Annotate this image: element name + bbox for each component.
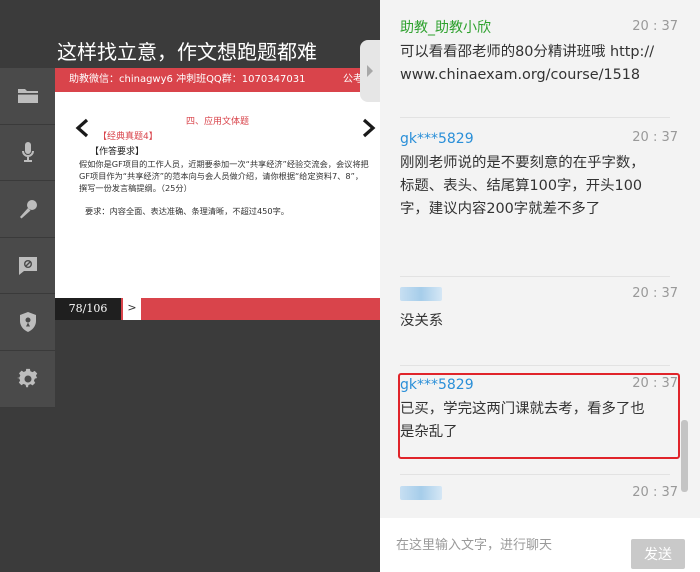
sender-name: 助教_助教小欣: [400, 20, 491, 36]
message-time: 20 : 37: [632, 485, 678, 500]
shield-icon: [19, 312, 36, 333]
prev-slide-arrow-icon[interactable]: [74, 118, 92, 138]
chat-scrollbar[interactable]: [681, 420, 688, 492]
shield-button[interactable]: [0, 294, 55, 351]
message-text: 刚刚老师说的是不要刻意的在乎字数，标题、表头、结尾算100字，开头100字，建议…: [400, 155, 645, 217]
message-header: 助教_助教小欣 20 : 37: [400, 17, 686, 37]
chat-message: 助教_助教小欣 20 : 37 可以看看邵老师的80分精讲班哦 http://w…: [400, 17, 686, 87]
slide-footer: 78/106 >: [55, 298, 380, 320]
slide-tag: 【经典真题4】: [98, 132, 158, 142]
chat-panel: 助教_助教小欣 20 : 37 可以看看邵老师的80分精讲班哦 http://w…: [380, 0, 700, 572]
message-time: 20 : 37: [632, 286, 678, 301]
slide-section-title: 四、应用文体题: [185, 117, 249, 127]
slide-subtitle: 【作答要求】: [90, 147, 145, 157]
message-divider: [400, 276, 670, 277]
folder-button[interactable]: [0, 68, 55, 125]
highlight-annotation: [398, 373, 680, 459]
chat-input-area: 发送: [380, 518, 700, 572]
chat-message: 20 : 37 没关系: [400, 284, 686, 333]
microphone-button[interactable]: [0, 125, 55, 182]
chat-input[interactable]: [396, 532, 616, 558]
message-text: 可以看看邵老师的80分精讲班哦 http://www.chinaexam.org…: [400, 44, 655, 83]
blurred-sender-avatar: [400, 287, 442, 301]
slide-header-text: 助教微信：chinagwy6 冲刺班QQ群：1070347031: [69, 74, 306, 85]
slide-requirement: 要求：内容全面、表达准确、条理清晰，不超过450字。: [85, 206, 289, 216]
left-toolbar: [0, 68, 55, 408]
video-title: 这样找立意，作文想跑题都难: [57, 40, 317, 64]
courseware-slide: 助教微信：chinagwy6 冲刺班QQ群：1070347031 公考 四、应用…: [55, 68, 380, 320]
message-time: 20 : 37: [632, 130, 678, 145]
blurred-sender-avatar: [400, 486, 442, 500]
send-button[interactable]: 发送: [631, 539, 685, 569]
folder-icon: [17, 88, 38, 103]
chat-message: 20 : 37: [400, 483, 686, 503]
page-indicator: 78/106: [55, 298, 121, 320]
next-slide-arrow-icon[interactable]: [359, 118, 377, 138]
mic-stand-button[interactable]: [0, 181, 55, 238]
message-header: gk***5829 20 : 37: [400, 128, 686, 148]
microphone-icon: [21, 142, 34, 163]
gear-icon: [16, 368, 37, 388]
collapse-panel-handle[interactable]: [360, 40, 380, 102]
sender-name: gk***5829: [400, 131, 474, 147]
message-time: 20 : 37: [632, 19, 678, 34]
slide-body: 假如你是GF项目的工作人员，近期要参加一次“共享经济”经验交流会，会议将把GF项…: [79, 159, 369, 194]
chat-mute-icon: [18, 256, 37, 275]
slide-header: 助教微信：chinagwy6 冲刺班QQ群：1070347031 公考: [55, 68, 380, 92]
message-text: 没关系: [400, 313, 444, 329]
video-area: 这样找立意，作文想跑题都难 助教微信：chinagwy6 冲刺班QQ群：1070…: [0, 0, 380, 572]
next-page-button[interactable]: >: [123, 298, 141, 320]
message-divider: [400, 117, 670, 118]
message-divider: [400, 365, 670, 366]
message-header: 20 : 37: [400, 284, 686, 304]
chat-message: gk***5829 20 : 37 刚刚老师说的是不要刻意的在乎字数，标题、表头…: [400, 128, 686, 221]
settings-button[interactable]: [0, 351, 55, 408]
message-header: 20 : 37: [400, 483, 686, 503]
message-divider: [400, 474, 670, 475]
chevron-right-icon: [367, 65, 373, 77]
mic-stand-icon: [19, 199, 37, 219]
chat-mute-button[interactable]: [0, 238, 55, 295]
